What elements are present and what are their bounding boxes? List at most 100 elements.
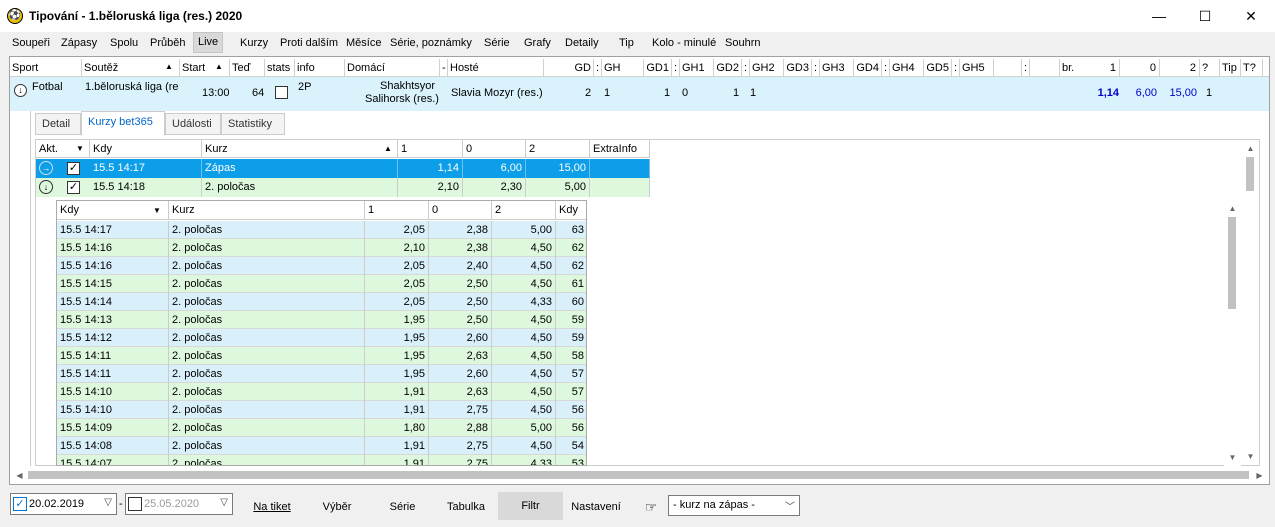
- menu-serie-poznamky[interactable]: Série, poznámky: [390, 35, 472, 53]
- match-row[interactable]: ↓ Fotbal 1.běloruská liga (res 13:00 64 …: [10, 77, 1269, 111]
- col-stats[interactable]: stats: [265, 59, 295, 77]
- tab-statistiky[interactable]: Statistiky: [221, 113, 285, 135]
- col-gh3[interactable]: GH3: [820, 59, 854, 77]
- col-gh2[interactable]: GH2: [750, 59, 784, 77]
- menu-zapasy[interactable]: Zápasy: [61, 35, 97, 53]
- nastaveni-button[interactable]: Nastavení: [568, 495, 624, 519]
- col-odd1[interactable]: 1: [365, 201, 429, 220]
- active-checkbox[interactable]: ✓: [67, 181, 80, 194]
- odds-row[interactable]: ↓ ✓ 15.5 14:18 2. poločas 2,10 2,30 5,00: [36, 178, 650, 197]
- col-odd1[interactable]: 1: [398, 140, 463, 158]
- history-vscrollbar[interactable]: ▲ ▼: [1224, 200, 1241, 466]
- filtr-button[interactable]: Filtr: [498, 492, 563, 520]
- tab-kurzy-bet365[interactable]: Kurzy bet365: [81, 111, 165, 136]
- scroll-down-icon[interactable]: ▼: [1224, 449, 1241, 466]
- serie-button[interactable]: Série: [380, 495, 425, 519]
- filter-down-icon[interactable]: ▼: [76, 144, 84, 153]
- col-tip-q[interactable]: T?: [1241, 59, 1263, 77]
- history-row[interactable]: 15.5 14:15 2. poločas 2,05 2,50 4,50 61: [57, 275, 586, 293]
- col-gh4[interactable]: GH4: [890, 59, 924, 77]
- menu-serie[interactable]: Série: [484, 35, 510, 53]
- history-row[interactable]: 15.5 14:14 2. poločas 2,05 2,50 4,33 60: [57, 293, 586, 311]
- expand-down-icon[interactable]: ↓: [14, 84, 27, 97]
- menu-live[interactable]: Live: [193, 32, 224, 53]
- history-row[interactable]: 15.5 14:11 2. poločas 1,95 2,63 4,50 58: [57, 347, 586, 365]
- col-odd2[interactable]: 2: [492, 201, 556, 220]
- history-row[interactable]: 15.5 14:07 2. poločas 1,91 2,75 4,33 53: [57, 455, 586, 465]
- col-gd2[interactable]: GD2: [714, 59, 742, 77]
- minimize-button[interactable]: —: [1136, 0, 1182, 32]
- date-from-picker[interactable]: ✓ 20.02.2019 ▽: [10, 493, 117, 515]
- close-button[interactable]: ✕: [1228, 0, 1274, 32]
- odds-row-selected[interactable]: → ✓ 15.5 14:17 Zápas 1,14 6,00 15,00: [36, 159, 650, 178]
- col-hoste[interactable]: Hosté: [448, 59, 544, 77]
- col-gd3[interactable]: GD3: [784, 59, 812, 77]
- col-extrainfo[interactable]: ExtraInfo: [590, 140, 650, 158]
- col-kdy[interactable]: Kdy: [90, 140, 202, 158]
- pointing-hand-icon[interactable]: ☞: [642, 495, 660, 519]
- history-row[interactable]: 15.5 14:17 2. poločas 2,05 2,38 5,00 63: [57, 221, 586, 239]
- menu-souperi[interactable]: Soupeři: [12, 35, 50, 53]
- menu-proti-dalsim[interactable]: Proti dalším: [280, 35, 338, 53]
- history-row[interactable]: 15.5 14:10 2. poločas 1,91 2,63 4,50 57: [57, 383, 586, 401]
- col-domaci[interactable]: Domácí: [345, 59, 440, 77]
- col-sport[interactable]: Sport: [10, 59, 82, 77]
- col-kurz[interactable]: Kurz: [202, 140, 398, 158]
- col-gh1[interactable]: GH1: [680, 59, 714, 77]
- col-ted[interactable]: Teď: [230, 59, 265, 77]
- history-row[interactable]: 15.5 14:16 2. poločas 2,10 2,38 4,50 62: [57, 239, 586, 257]
- col-question[interactable]: ?: [1200, 59, 1220, 77]
- history-row[interactable]: 15.5 14:10 2. poločas 1,91 2,75 4,50 56: [57, 401, 586, 419]
- scroll-thumb[interactable]: [1246, 157, 1254, 191]
- col-gd[interactable]: GD: [544, 59, 594, 77]
- history-row[interactable]: 15.5 14:11 2. poločas 1,95 2,60 4,50 57: [57, 365, 586, 383]
- col-gh5[interactable]: GH5: [960, 59, 994, 77]
- col-kdy2[interactable]: Kdy: [556, 201, 586, 220]
- scroll-down-icon[interactable]: ▼: [1242, 448, 1259, 465]
- expand-down-icon[interactable]: ↓: [39, 180, 53, 194]
- col-odd0[interactable]: 0: [463, 140, 526, 158]
- chevron-down-icon[interactable]: ﹀: [785, 498, 795, 513]
- col-odd2[interactable]: 2: [526, 140, 590, 158]
- matches-hscrollbar[interactable]: ◀ ▶: [11, 467, 1268, 484]
- menu-kurzy[interactable]: Kurzy: [240, 35, 268, 53]
- arrow-right-icon[interactable]: →: [39, 161, 53, 175]
- date-to-checkbox[interactable]: [128, 497, 142, 511]
- date-from-checkbox[interactable]: ✓: [13, 497, 27, 511]
- menu-tip[interactable]: Tip: [619, 35, 634, 53]
- na-tiket-button[interactable]: Na tiket: [244, 495, 300, 519]
- scroll-up-icon[interactable]: ▲: [1224, 200, 1241, 217]
- scroll-thumb[interactable]: [28, 471, 1249, 479]
- col-tip[interactable]: Tip: [1220, 59, 1241, 77]
- maximize-button[interactable]: ☐: [1182, 0, 1228, 32]
- history-row[interactable]: 15.5 14:16 2. poločas 2,05 2,40 4,50 62: [57, 257, 586, 275]
- date-to-picker[interactable]: 25.05.2020 ▽: [125, 493, 233, 515]
- vyber-button[interactable]: Výběr: [312, 495, 362, 519]
- col-kurz[interactable]: Kurz: [169, 201, 365, 220]
- col-gd5[interactable]: GD5: [924, 59, 952, 77]
- col-odd2[interactable]: 2: [1160, 59, 1200, 77]
- menu-souhrn[interactable]: Souhrn: [725, 35, 760, 53]
- col-gd4[interactable]: GD4: [854, 59, 882, 77]
- col-gh[interactable]: GH: [602, 59, 644, 77]
- col-odd1[interactable]: 1: [1080, 59, 1120, 77]
- scroll-thumb[interactable]: [1228, 217, 1236, 309]
- tab-detail[interactable]: Detail: [35, 113, 81, 135]
- col-odd0[interactable]: 0: [429, 201, 492, 220]
- menu-prubeh[interactable]: Průběh: [150, 35, 185, 53]
- menu-grafy[interactable]: Grafy: [524, 35, 551, 53]
- menu-detaily[interactable]: Detaily: [565, 35, 599, 53]
- scroll-left-icon[interactable]: ◀: [11, 467, 28, 484]
- scroll-up-icon[interactable]: ▲: [1242, 140, 1259, 157]
- menu-kolo-minule[interactable]: Kolo - minulé: [652, 35, 716, 53]
- history-row[interactable]: 15.5 14:13 2. poločas 1,95 2,50 4,50 59: [57, 311, 586, 329]
- kurz-select[interactable]: - kurz na zápas - ﹀: [668, 495, 800, 516]
- stats-checkbox[interactable]: [275, 86, 288, 99]
- menu-mesice[interactable]: Měsíce: [346, 35, 381, 53]
- tab-udalosti[interactable]: Události: [165, 113, 221, 135]
- history-row[interactable]: 15.5 14:09 2. poločas 1,80 2,88 5,00 56: [57, 419, 586, 437]
- tabulka-button[interactable]: Tabulka: [440, 495, 492, 519]
- chevron-down-icon[interactable]: ▽: [220, 497, 228, 508]
- menu-spolu[interactable]: Spolu: [110, 35, 138, 53]
- active-checkbox[interactable]: ✓: [67, 162, 80, 175]
